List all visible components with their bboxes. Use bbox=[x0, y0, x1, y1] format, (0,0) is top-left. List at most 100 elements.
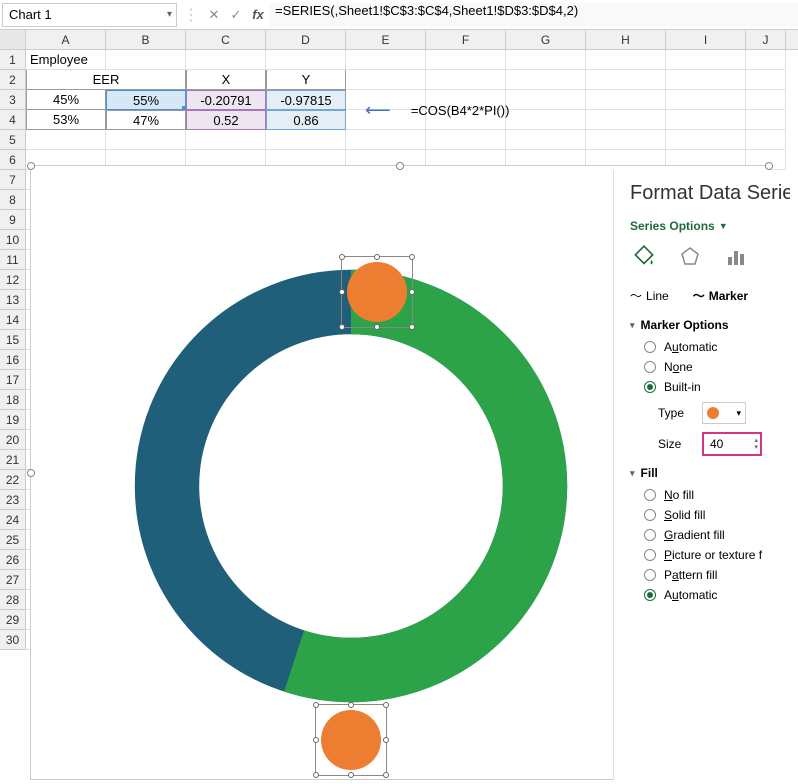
row-header[interactable]: 15 bbox=[0, 330, 26, 350]
column-header[interactable]: C bbox=[186, 30, 266, 49]
cell[interactable]: Y bbox=[266, 70, 346, 90]
marker-options-section[interactable]: ▾ Marker Options bbox=[630, 318, 790, 332]
cancel-formula-button[interactable]: ✕ bbox=[203, 4, 225, 26]
cell[interactable]: Employee Engagement Rate bbox=[26, 50, 106, 70]
marker-size-input[interactable]: 40 ▴▾ bbox=[702, 432, 762, 456]
line-tab[interactable]: 〜 Line bbox=[630, 287, 669, 304]
cell[interactable] bbox=[746, 50, 786, 70]
row-header[interactable]: 5 bbox=[0, 130, 26, 150]
marker-builtin-radio[interactable]: Built-in bbox=[644, 380, 790, 394]
row-header[interactable]: 23 bbox=[0, 490, 26, 510]
cell[interactable] bbox=[106, 50, 186, 70]
row-header[interactable]: 2 bbox=[0, 70, 26, 90]
row-header[interactable]: 30 bbox=[0, 630, 26, 650]
cell[interactable]: 53% bbox=[26, 110, 106, 130]
cell[interactable] bbox=[586, 70, 666, 90]
row-header[interactable]: 21 bbox=[0, 450, 26, 470]
cell[interactable]: X bbox=[186, 70, 266, 90]
row-header[interactable]: 3 bbox=[0, 90, 26, 110]
fill-solid-radio[interactable]: Solid fill bbox=[644, 508, 790, 522]
row-header[interactable]: 8 bbox=[0, 190, 26, 210]
marker-automatic-radio[interactable]: Automatic bbox=[644, 340, 790, 354]
cell[interactable] bbox=[186, 130, 266, 150]
row-header[interactable]: 19 bbox=[0, 410, 26, 430]
cell[interactable] bbox=[666, 130, 746, 150]
marker-none-radio[interactable]: None bbox=[644, 360, 790, 374]
cell[interactable]: 47% bbox=[106, 110, 186, 130]
cell[interactable]: 0.52 bbox=[186, 110, 266, 130]
row-header[interactable]: 24 bbox=[0, 510, 26, 530]
fx-button[interactable]: fx bbox=[247, 4, 269, 26]
cell[interactable] bbox=[666, 50, 746, 70]
series-options-tab[interactable] bbox=[722, 243, 750, 271]
cell[interactable] bbox=[266, 130, 346, 150]
column-header[interactable]: I bbox=[666, 30, 746, 49]
cell[interactable] bbox=[26, 130, 106, 150]
column-header[interactable]: H bbox=[586, 30, 666, 49]
resize-handle[interactable] bbox=[396, 162, 404, 170]
resize-handle[interactable] bbox=[27, 469, 35, 477]
fill-tab[interactable] bbox=[630, 243, 658, 271]
fill-picture-radio[interactable]: Picture or texture f bbox=[644, 548, 790, 562]
marker-tab[interactable]: 〜 Marker bbox=[693, 287, 748, 304]
cell[interactable] bbox=[186, 50, 266, 70]
cell[interactable] bbox=[346, 130, 426, 150]
cell[interactable] bbox=[746, 90, 786, 110]
cell[interactable] bbox=[506, 70, 586, 90]
row-header[interactable]: 7 bbox=[0, 170, 26, 190]
resize-handle[interactable] bbox=[765, 162, 773, 170]
column-header[interactable]: B bbox=[106, 30, 186, 49]
row-header[interactable]: 12 bbox=[0, 270, 26, 290]
row-header[interactable]: 14 bbox=[0, 310, 26, 330]
cell[interactable] bbox=[506, 50, 586, 70]
row-header[interactable]: 1 bbox=[0, 50, 26, 70]
cell[interactable] bbox=[746, 70, 786, 90]
fill-none-radio[interactable]: No fill bbox=[644, 488, 790, 502]
cell[interactable] bbox=[506, 130, 586, 150]
row-header[interactable]: 16 bbox=[0, 350, 26, 370]
fill-gradient-radio[interactable]: Gradient fill bbox=[644, 528, 790, 542]
row-header[interactable]: 13 bbox=[0, 290, 26, 310]
accept-formula-button[interactable]: ✓ bbox=[225, 4, 247, 26]
cell[interactable] bbox=[506, 90, 586, 110]
row-header[interactable]: 17 bbox=[0, 370, 26, 390]
cell[interactable] bbox=[666, 110, 746, 130]
select-all-corner[interactable] bbox=[0, 30, 26, 49]
cell[interactable] bbox=[346, 50, 426, 70]
cell[interactable] bbox=[586, 110, 666, 130]
cell[interactable]: 55% bbox=[106, 90, 186, 110]
cell[interactable] bbox=[106, 130, 186, 150]
cell[interactable] bbox=[506, 110, 586, 130]
column-header[interactable]: D bbox=[266, 30, 346, 49]
row-header[interactable]: 25 bbox=[0, 530, 26, 550]
cell[interactable] bbox=[746, 110, 786, 130]
column-header[interactable]: A bbox=[26, 30, 106, 49]
row-header[interactable]: 4 bbox=[0, 110, 26, 130]
row-header[interactable]: 20 bbox=[0, 430, 26, 450]
cell[interactable]: 45% bbox=[26, 90, 106, 110]
column-header[interactable]: F bbox=[426, 30, 506, 49]
row-header[interactable]: 9 bbox=[0, 210, 26, 230]
fill-pattern-radio[interactable]: Pattern fill bbox=[644, 568, 790, 582]
row-header[interactable]: 10 bbox=[0, 230, 26, 250]
row-header[interactable]: 22 bbox=[0, 470, 26, 490]
row-header[interactable]: 6 bbox=[0, 150, 26, 170]
cell[interactable] bbox=[266, 50, 346, 70]
name-box[interactable]: Chart 1 ▾ bbox=[2, 3, 177, 27]
cell[interactable]: 0.86 bbox=[266, 110, 346, 130]
cell[interactable] bbox=[346, 70, 426, 90]
row-header[interactable]: 29 bbox=[0, 610, 26, 630]
marker-type-dropdown[interactable]: ▾ bbox=[702, 402, 746, 424]
column-header[interactable]: J bbox=[746, 30, 786, 49]
series-options-dropdown[interactable]: Series Options ▼ bbox=[630, 219, 790, 233]
cell[interactable] bbox=[746, 130, 786, 150]
fill-automatic-radio[interactable]: Automatic bbox=[644, 588, 790, 602]
cell[interactable] bbox=[666, 70, 746, 90]
formula-input[interactable]: =SERIES(,Sheet1!$C$3:$C$4,Sheet1!$D$3:$D… bbox=[269, 3, 798, 27]
cell[interactable]: EER bbox=[26, 70, 186, 90]
row-header[interactable]: 18 bbox=[0, 390, 26, 410]
column-header[interactable]: E bbox=[346, 30, 426, 49]
row-header[interactable]: 28 bbox=[0, 590, 26, 610]
cell[interactable] bbox=[586, 50, 666, 70]
row-header[interactable]: 11 bbox=[0, 250, 26, 270]
